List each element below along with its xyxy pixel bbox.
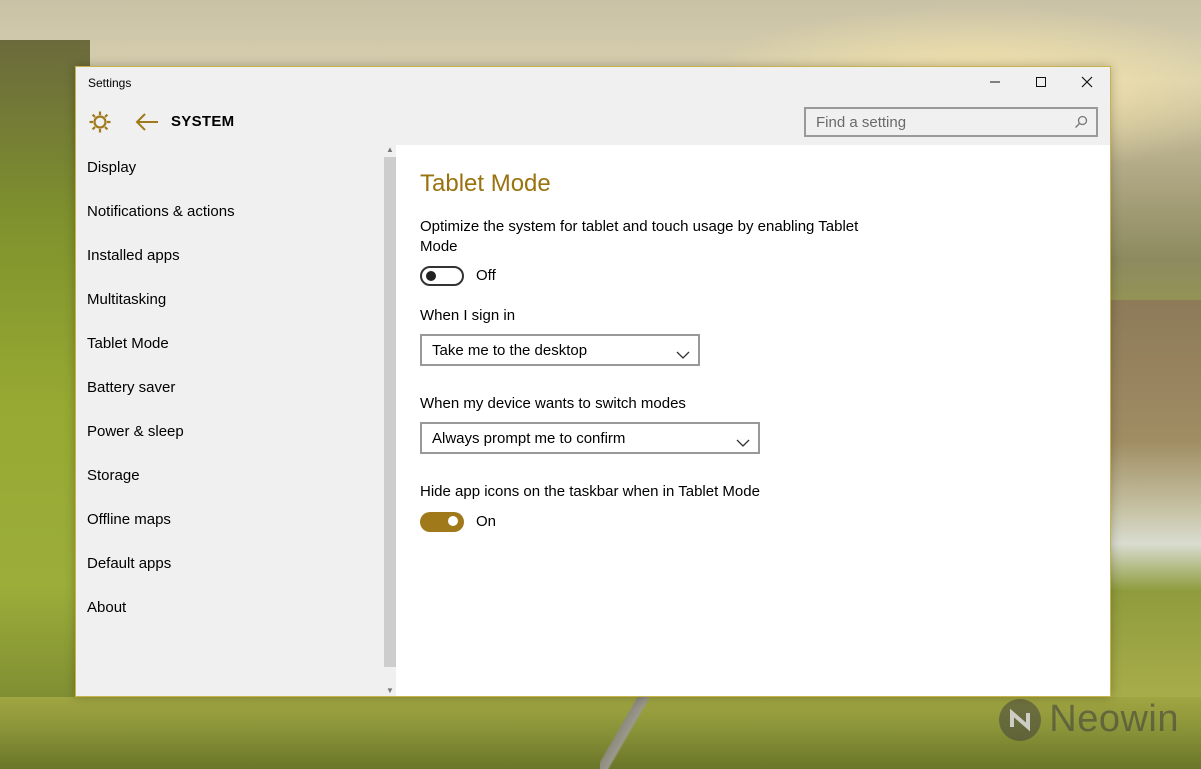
settings-header: SYSTEM [76, 99, 1110, 145]
chevron-down-icon [676, 346, 690, 359]
main-content: Tablet Mode Optimize the system for tabl… [396, 145, 1110, 696]
sidebar-item-about[interactable]: About [87, 596, 377, 620]
tablet-mode-toggle-state: Off [476, 267, 496, 284]
settings-window: Settings SYSTEM Find a setting Display N… [75, 66, 1111, 697]
desktop-wallpaper-road [600, 697, 680, 769]
scrollbar-thumb[interactable] [384, 157, 396, 667]
minimize-icon [990, 81, 1000, 83]
sidebar-item-default-apps[interactable]: Default apps [87, 552, 377, 576]
toggle-knob [448, 516, 458, 526]
neowin-logo-icon [999, 698, 1042, 741]
search-box[interactable] [804, 107, 1098, 137]
sidebar-item-display[interactable]: Display [87, 156, 377, 180]
section-title: SYSTEM [171, 113, 235, 130]
search-input[interactable] [806, 112, 1074, 132]
sidebar-item-installed-apps[interactable]: Installed apps [87, 244, 377, 268]
sign-in-label: When I sign in [420, 307, 516, 324]
neowin-watermark: Neowin [999, 698, 1179, 741]
sidebar-item-multitasking[interactable]: Multitasking [87, 288, 377, 312]
back-arrow-icon[interactable] [134, 111, 160, 133]
sidebar-item-storage[interactable]: Storage [87, 464, 377, 488]
window-controls [972, 67, 1110, 97]
sidebar-item-battery-saver[interactable]: Battery saver [87, 376, 377, 400]
switch-modes-selected-value: Always prompt me to confirm [432, 429, 626, 447]
sidebar-item-tablet-mode[interactable]: Tablet Mode [87, 332, 377, 356]
toggle-knob [426, 271, 436, 281]
hide-icons-label: Hide app icons on the taskbar when in Ta… [420, 483, 760, 500]
maximize-button[interactable] [1018, 67, 1064, 97]
sidebar-scrollbar[interactable]: ▲ ▼ [384, 145, 396, 696]
maximize-icon [1036, 77, 1046, 87]
sidebar: Display Notifications & actions Installe… [76, 145, 396, 696]
watermark-text: Neowin [1049, 698, 1179, 740]
chevron-down-icon [736, 434, 750, 447]
page-title: Tablet Mode [420, 170, 551, 197]
close-button[interactable] [1064, 67, 1110, 97]
window-title: Settings [88, 76, 132, 90]
sign-in-selected-value: Take me to the desktop [432, 341, 588, 359]
switch-modes-label: When my device wants to switch modes [420, 395, 686, 412]
sidebar-item-offline-maps[interactable]: Offline maps [87, 508, 377, 532]
tablet-mode-description: Optimize the system for tablet and touch… [420, 218, 859, 255]
hide-icons-toggle-state: On [476, 513, 497, 530]
sidebar-item-notifications-actions[interactable]: Notifications & actions [87, 200, 377, 224]
minimize-button[interactable] [972, 67, 1018, 97]
close-icon [1081, 76, 1093, 88]
sign-in-dropdown[interactable]: Take me to the desktop [420, 334, 700, 366]
title-bar[interactable]: Settings [76, 67, 1110, 99]
switch-modes-dropdown[interactable]: Always prompt me to confirm [420, 422, 760, 454]
sidebar-item-power-sleep[interactable]: Power & sleep [87, 420, 377, 444]
search-icon[interactable] [1074, 115, 1088, 129]
hide-icons-toggle[interactable] [420, 512, 464, 532]
scroll-down-arrow-icon[interactable]: ▼ [384, 686, 396, 696]
gear-icon [88, 110, 112, 134]
scroll-up-arrow-icon[interactable]: ▲ [384, 145, 396, 155]
tablet-mode-toggle[interactable] [420, 266, 464, 286]
